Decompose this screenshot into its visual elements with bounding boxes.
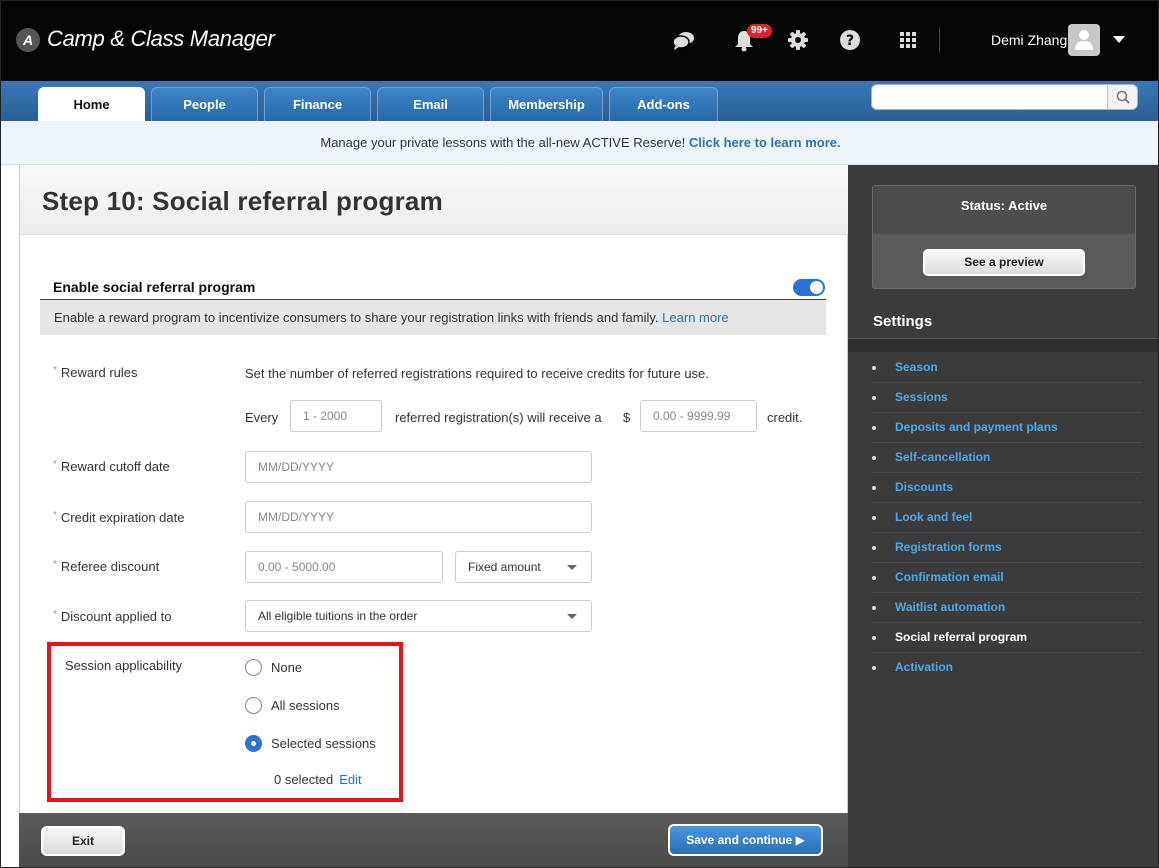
bullet-icon (872, 665, 876, 670)
user-menu-caret-icon[interactable] (1113, 36, 1125, 43)
sidebar-item-deposits[interactable]: Deposits and payment plans (872, 413, 1142, 443)
save-and-continue-button[interactable]: Save and continue ▶ (668, 824, 823, 856)
user-name[interactable]: Demi Zhang (991, 32, 1067, 48)
main-nav: Home People Finance Email Membership Add… (1, 81, 1158, 121)
notification-badge: 99+ (747, 24, 772, 38)
search-button[interactable] (1107, 85, 1137, 109)
discount-applied-label: * Discount applied to (53, 609, 172, 624)
credit-amount-input[interactable]: 0.00 - 9999.99 (640, 400, 757, 432)
discount-applied-value: All eligible tuitions in the order (258, 609, 418, 623)
section-title: Enable social referral program (53, 279, 256, 295)
announcement-link[interactable]: Click here to learn more. (689, 135, 841, 150)
bullet-icon (872, 365, 876, 370)
settings-divider (848, 338, 1158, 352)
bullet-icon (872, 515, 876, 520)
footer-sidebar-area (848, 813, 1158, 867)
sidebar-item-discounts[interactable]: Discounts (872, 473, 1142, 503)
discount-type-select[interactable]: Fixed amount (455, 551, 592, 583)
topbar-divider (939, 27, 940, 53)
help-icon[interactable]: ? (837, 27, 863, 53)
reward-rules-label: * Reward rules (53, 365, 138, 380)
user-icon (1075, 30, 1093, 50)
sidebar-item-season[interactable]: Season (872, 353, 1142, 383)
sidebar-item-confirmation-email[interactable]: Confirmation email (872, 563, 1142, 593)
sidebar-item-registration-forms[interactable]: Registration forms (872, 533, 1142, 563)
bullet-icon (872, 395, 876, 400)
tab-email[interactable]: Email (377, 87, 484, 121)
tab-membership[interactable]: Membership (490, 87, 603, 121)
exit-button[interactable]: Exit (41, 826, 125, 856)
referee-discount-label: * Referee discount (53, 559, 160, 574)
referee-discount-input[interactable]: 0.00 - 5000.00 (245, 551, 443, 583)
chevron-down-icon (567, 565, 577, 570)
every-text: Every (245, 410, 279, 425)
enable-referral-toggle[interactable] (793, 279, 825, 296)
top-bar: A Camp & Class Manager 99+ ? Demi Zhang (1, 1, 1158, 81)
footer-bar: Exit Save and continue ▶ (19, 813, 1158, 867)
annotation-highlight-box (47, 642, 403, 802)
gear-icon[interactable] (785, 27, 811, 53)
announcement-text: Manage your private lessons with the all… (320, 135, 686, 150)
bullet-icon (872, 575, 876, 580)
app-logo-icon: A (16, 28, 40, 52)
reward-cutoff-date-input[interactable]: MM/DD/YYYY (245, 451, 592, 483)
status-text: Status: Active (873, 186, 1135, 234)
sidebar-item-sessions[interactable]: Sessions (872, 383, 1142, 413)
sidebar-item-waitlist-automation[interactable]: Waitlist automation (872, 593, 1142, 623)
sidebar-item-activation[interactable]: Activation (872, 653, 1142, 683)
app-title: Camp & Class Manager (47, 26, 275, 51)
reward-cutoff-label: * Reward cutoff date (53, 459, 170, 474)
tab-finance[interactable]: Finance (264, 87, 371, 121)
discount-type-value: Fixed amount (468, 560, 541, 574)
main-panel: Step 10: Social referral program Enable … (19, 165, 849, 813)
bullet-icon (872, 605, 876, 610)
currency-symbol: $ (623, 410, 631, 425)
reward-middle-text: referred registration(s) will receive a (395, 410, 602, 425)
search-input[interactable] (871, 84, 1138, 110)
referral-count-input[interactable]: 1 - 2000 (290, 400, 382, 432)
sidebar-item-look-and-feel[interactable]: Look and feel (872, 503, 1142, 533)
chevron-down-icon (567, 614, 577, 619)
section-description-text: Enable a reward program to incentivize c… (54, 310, 659, 325)
sidebar-item-social-referral[interactable]: Social referral program (872, 623, 1142, 653)
search-icon (1116, 90, 1130, 104)
svg-text:?: ? (846, 33, 854, 49)
bullet-icon (872, 455, 876, 460)
tab-people[interactable]: People (151, 87, 258, 121)
announcement-banner: Manage your private lessons with the all… (1, 121, 1158, 165)
reward-rules-instruction: Set the number of referred registrations… (245, 366, 709, 381)
bullet-icon (872, 545, 876, 550)
discount-applied-select[interactable]: All eligible tuitions in the order (245, 600, 592, 632)
see-preview-button[interactable]: See a preview (923, 249, 1085, 276)
app-grid-icon[interactable] (895, 27, 921, 53)
learn-more-link[interactable]: Learn more (662, 310, 728, 325)
credit-suffix-text: credit. (767, 410, 803, 425)
section-description: Enable a reward program to incentivize c… (40, 300, 826, 335)
page-title: Step 10: Social referral program (42, 186, 443, 216)
tab-add-ons[interactable]: Add-ons (609, 87, 718, 121)
credit-expiration-date-input[interactable]: MM/DD/YYYY (245, 501, 592, 533)
page-header: Step 10: Social referral program (20, 165, 849, 235)
bullet-icon (872, 485, 876, 490)
credit-expiration-label: * Credit expiration date (53, 510, 185, 525)
settings-heading: Settings (873, 313, 933, 330)
avatar[interactable] (1068, 24, 1100, 56)
bullet-icon (872, 635, 876, 640)
status-panel: Status: Active See a preview (872, 185, 1136, 289)
chat-icon[interactable] (671, 27, 697, 53)
app-window: A Camp & Class Manager 99+ ? Demi Zhang … (0, 0, 1159, 868)
bullet-icon (872, 425, 876, 430)
tab-home[interactable]: Home (38, 87, 145, 121)
settings-sidebar: Status: Active See a preview Settings Se… (848, 165, 1158, 813)
sidebar-item-self-cancellation[interactable]: Self-cancellation (872, 443, 1142, 473)
